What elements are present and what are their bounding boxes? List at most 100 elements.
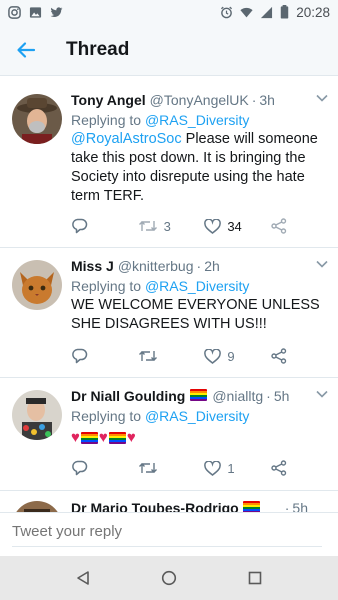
like-count: 9	[227, 348, 235, 364]
replying-to-link[interactable]: @RAS_Diversity	[145, 278, 249, 294]
reply-button[interactable]	[71, 348, 111, 364]
replying-to-link[interactable]: @RAS_Diversity	[145, 408, 249, 424]
tweet[interactable]: Dr Niall Goulding @nialltg · 5h Replying…	[0, 378, 338, 491]
tweet[interactable]: Tony Angel @TonyAngelUK · 3h Replying to…	[0, 80, 338, 248]
tweet-text: ♥ ♥ ♥	[71, 428, 328, 448]
tweet-header: Dr Mario Toubes-Rodrigo · 5h	[71, 500, 328, 512]
separator-dot: ·	[196, 258, 202, 274]
chevron-down-icon[interactable]	[316, 390, 328, 398]
author-name[interactable]: Dr Mario Toubes-Rodrigo	[71, 500, 239, 512]
tweet-header: Dr Niall Goulding @nialltg · 5h	[71, 388, 328, 404]
status-right-icons: 20:28	[220, 5, 330, 20]
reply-button[interactable]	[71, 460, 111, 476]
gallery-icon	[29, 6, 42, 18]
retweet-button[interactable]: 3	[138, 219, 178, 234]
app-bar: Thread	[0, 24, 338, 76]
alarm-icon	[221, 6, 233, 18]
author-handle[interactable]: @TonyAngelUK	[150, 92, 249, 108]
rainbow-flag-icon	[242, 501, 260, 512]
status-time: 20:28	[296, 4, 330, 20]
heart-icon	[204, 348, 222, 364]
replying-to: Replying to @RAS_Diversity	[71, 278, 250, 294]
tweet-actions: 1	[71, 460, 291, 476]
like-button[interactable]: 1	[204, 460, 244, 476]
author-name[interactable]: Tony Angel	[71, 92, 146, 108]
twitter-icon	[50, 6, 63, 17]
reply-icon	[72, 348, 88, 364]
separator-dot: ·	[251, 92, 257, 108]
share-icon	[271, 460, 287, 476]
retweet-icon	[138, 221, 157, 231]
like-button[interactable]: 34	[204, 218, 244, 234]
share-icon	[271, 348, 287, 364]
tweet-time: 5h	[292, 500, 308, 512]
avatar[interactable]	[12, 94, 62, 144]
wifi-icon	[240, 7, 253, 17]
reply-composer	[0, 512, 338, 556]
avatar[interactable]	[12, 390, 62, 440]
separator-dot: ·	[266, 388, 271, 404]
tweet-header: Tony Angel @TonyAngelUK · 3h	[71, 92, 328, 108]
tweet-reply-input[interactable]	[12, 522, 322, 547]
tweet[interactable]: Dr Mario Toubes-Rodrigo · 5h	[0, 491, 338, 512]
thread-timeline[interactable]: Tony Angel @TonyAngelUK · 3h Replying to…	[0, 80, 338, 512]
author-handle[interactable]: @knitterbug	[118, 258, 194, 274]
like-button[interactable]: 9	[204, 348, 244, 364]
heart-emoji-icon: ♥	[126, 429, 136, 446]
like-count: 1	[227, 460, 235, 476]
chevron-down-icon[interactable]	[316, 260, 328, 268]
battery-icon	[280, 5, 289, 19]
tweet-content: Tony Angel @TonyAngelUK · 3h Replying to…	[71, 92, 328, 206]
nav-home-button[interactable]	[147, 556, 191, 600]
reply-icon	[72, 460, 88, 476]
tweet-time: 2h	[204, 258, 220, 274]
author-name[interactable]: Miss J	[71, 258, 114, 274]
replying-to: Replying to @RAS_Diversity	[71, 408, 250, 424]
share-button[interactable]	[271, 460, 291, 476]
heart-icon	[204, 460, 222, 476]
rainbow-flag-icon	[80, 432, 98, 445]
mention-link[interactable]: @RoyalAstroSoc	[71, 131, 182, 147]
page-title: Thread	[66, 38, 130, 60]
tweet[interactable]: Miss J @knitterbug · 2h Replying to @RAS…	[0, 248, 338, 378]
share-button[interactable]	[271, 218, 291, 234]
separator-dot: ·	[284, 500, 290, 512]
retweet-button[interactable]	[138, 349, 178, 363]
home-circle-icon	[161, 570, 177, 586]
reply-button[interactable]	[71, 218, 111, 234]
nav-back-button[interactable]	[61, 556, 105, 600]
tweet-header: Miss J @knitterbug · 2h	[71, 258, 328, 274]
avatar[interactable]	[12, 501, 62, 512]
author-name[interactable]: Dr Niall Goulding	[71, 388, 185, 404]
rainbow-flag-icon	[108, 432, 126, 445]
retweet-icon	[138, 463, 157, 473]
retweet-button[interactable]	[138, 461, 178, 475]
back-button[interactable]	[0, 24, 52, 76]
system-nav-bar	[0, 556, 338, 600]
retweet-count: 3	[163, 218, 171, 234]
tweet-actions: 9	[71, 348, 291, 364]
share-button[interactable]	[271, 348, 291, 364]
avatar-mario-toubes-rodrigo	[12, 501, 62, 512]
replying-to-link[interactable]: @RAS_Diversity	[145, 112, 249, 128]
replying-to: Replying to @RAS_Diversity	[71, 112, 250, 128]
recents-square-icon	[248, 571, 262, 585]
tweet-time: 5h	[273, 388, 290, 404]
tweet-actions: 3 34	[71, 218, 291, 234]
chevron-down-icon[interactable]	[316, 94, 328, 102]
tweet-content: Miss J @knitterbug · 2h Replying to @RAS…	[71, 258, 328, 334]
heart-emoji-icon: ♥	[98, 429, 108, 446]
share-icon	[271, 218, 287, 234]
tweet-text: WE WELCOME EVERYONE UNLESS SHE DISAGREES…	[71, 297, 320, 332]
instagram-icon	[8, 5, 21, 19]
nav-recents-button[interactable]	[233, 556, 277, 600]
author-handle[interactable]: @nialltg	[212, 388, 263, 404]
status-left-icons	[8, 5, 63, 19]
reply-icon	[72, 218, 88, 234]
heart-emoji-icon: ♥	[71, 429, 80, 446]
tweet-content: Dr Mario Toubes-Rodrigo · 5h	[71, 500, 328, 512]
tweet-text: @RoyalAstroSoc Please will someone take …	[71, 131, 318, 204]
avatar-miss-j	[12, 260, 62, 310]
heart-icon	[204, 218, 222, 234]
avatar[interactable]	[12, 260, 62, 310]
